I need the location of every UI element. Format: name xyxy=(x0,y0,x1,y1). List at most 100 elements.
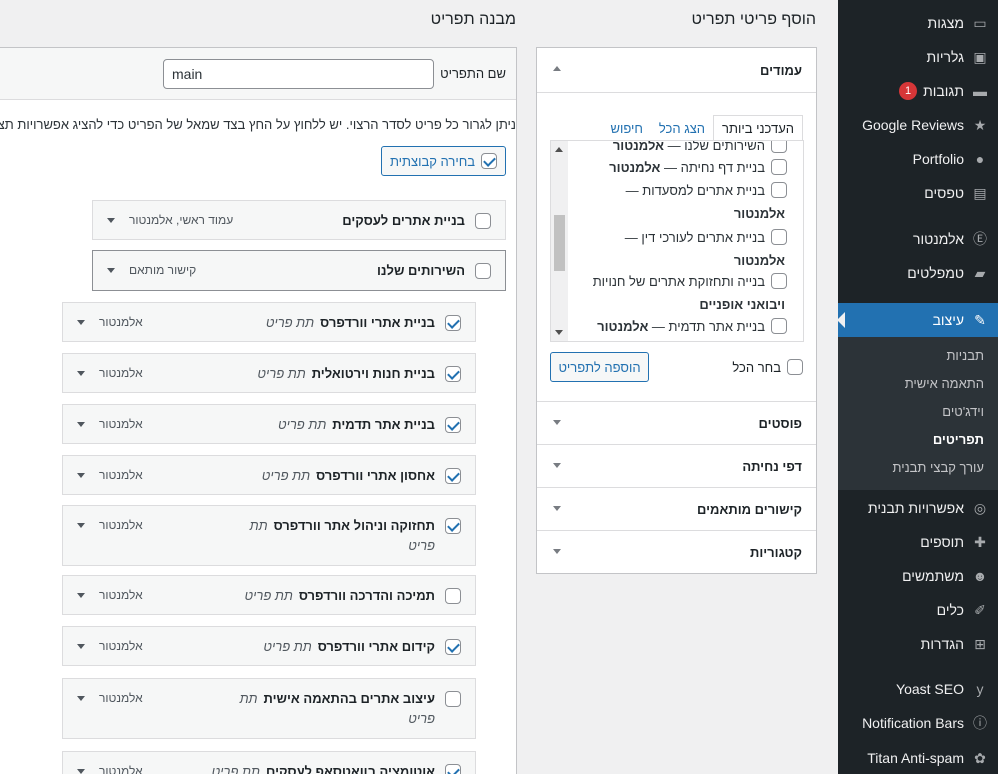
item-toggle-arrow-icon[interactable] xyxy=(107,268,115,273)
item-toggle-arrow-icon[interactable] xyxy=(77,320,85,325)
page-checkbox[interactable] xyxy=(771,229,787,245)
menu-item-checkbox[interactable] xyxy=(445,588,461,604)
menu-item-type: אלמנטור xyxy=(99,764,143,774)
menu-item[interactable]: בניית אתר תדמית תת פריט אלמנטור xyxy=(62,404,476,444)
item-toggle-arrow-icon[interactable] xyxy=(77,696,85,701)
menu-name-input[interactable] xyxy=(163,59,434,89)
sidebar-item-tools[interactable]: ✐ כלים xyxy=(838,593,998,627)
sidebar-item-settings[interactable]: ⊞ הגדרות xyxy=(838,627,998,661)
submenu-item-0[interactable]: תבניות xyxy=(838,341,998,369)
page-checkbox[interactable] xyxy=(771,182,787,198)
menu-name-label: שם התפריט xyxy=(440,66,506,81)
page-option[interactable]: בניית דף נחיתה — אלמנטור xyxy=(609,159,787,175)
menu-item-type: אלמנטור xyxy=(99,315,143,329)
section-categories[interactable]: קטגוריות xyxy=(537,530,816,573)
menu-item-checkbox[interactable] xyxy=(445,639,461,655)
menu-item-checkbox[interactable] xyxy=(475,263,491,279)
menu-item[interactable]: תחזוקה וניהול אתר וורדפרסתת פריט אלמנטור xyxy=(62,505,476,566)
submenu-item-4[interactable]: עורך קבצי תבנית xyxy=(838,453,998,481)
menu-item-checkbox[interactable] xyxy=(445,468,461,484)
menu-item-checkbox[interactable] xyxy=(475,213,491,229)
sidebar-item-gallery[interactable]: ▣ גלריות xyxy=(838,40,998,74)
menu-item[interactable]: השירותים שלנו קישור מותאם xyxy=(92,250,506,291)
menu-item[interactable]: קידום אתרי וורדפרס תת פריט אלמנטור xyxy=(62,626,476,666)
page-option[interactable]: בנייה ותחזוקת אתרים של חנויות xyxy=(593,273,787,289)
menu-item-checkbox[interactable] xyxy=(445,315,461,331)
section-posts[interactable]: פוסטים xyxy=(537,401,816,444)
page-checkbox[interactable] xyxy=(771,273,787,289)
pages-section-header[interactable]: עמודים xyxy=(537,48,816,92)
sidebar-item-users[interactable]: ☻ משתמשים xyxy=(838,559,998,593)
scroll-down-icon[interactable] xyxy=(555,330,563,335)
collapse-arrow-icon xyxy=(553,66,561,71)
select-all-checkbox[interactable] xyxy=(787,359,803,375)
sidebar-item-comments[interactable]: ▬ תגובות 1 xyxy=(838,74,998,108)
submenu-item-3[interactable]: תפריטים xyxy=(838,425,998,453)
menu-item[interactable]: עיצוב אתרים בהתאמה אישיתתת פריט אלמנטור xyxy=(62,678,476,739)
sidebar-item-elementor[interactable]: Ⓔ אלמנטור xyxy=(838,222,998,256)
page-checkbox[interactable] xyxy=(771,318,787,334)
sidebar-item-yoast[interactable]: y Yoast SEO xyxy=(838,672,998,706)
submenu-item-1[interactable]: התאמה אישית xyxy=(838,369,998,397)
item-toggle-arrow-icon[interactable] xyxy=(77,473,85,478)
sidebar-item-label: כלים xyxy=(936,602,964,618)
bulk-select-button[interactable]: בחירה קבוצתית xyxy=(381,146,506,176)
tab-search[interactable]: חיפוש xyxy=(602,115,650,141)
comments-icon: ▬ xyxy=(973,83,987,99)
section-landing-pages[interactable]: דפי נחיתה xyxy=(537,444,816,487)
item-toggle-arrow-icon[interactable] xyxy=(77,523,85,528)
menu-item[interactable]: בניית חנות וירטואלית תת פריט אלמנטור xyxy=(62,353,476,393)
sidebar-item-portfolio[interactable]: ● Portfolio xyxy=(838,142,998,176)
menu-item[interactable]: אוטומציה בוואטסאפ לעסקים תת פריט אלמנטור xyxy=(62,751,476,774)
sidebar-item-templates[interactable]: ▰ טמפלטים xyxy=(838,256,998,290)
sidebar-item-titan[interactable]: ✿ Titan Anti-spam xyxy=(838,741,998,774)
menu-item-checkbox[interactable] xyxy=(445,764,461,774)
sub-item-label: תת פריט xyxy=(211,764,260,774)
page-checkbox[interactable] xyxy=(771,159,787,175)
settings-icon: ⊞ xyxy=(974,635,986,652)
submenu-item-2[interactable]: וידג'טים xyxy=(838,397,998,425)
menu-item-checkbox[interactable] xyxy=(445,417,461,433)
page-option[interactable]: בניית אתרים לעורכי דין — xyxy=(625,229,787,245)
menu-item-checkbox[interactable] xyxy=(445,366,461,382)
menu-item[interactable]: בניית אתרי וורדפרס תת פריט אלמנטור xyxy=(62,302,476,342)
section-custom-links[interactable]: קישורים מותאמים xyxy=(537,487,816,530)
sidebar-item-info[interactable]: ⓘ Notification Bars xyxy=(838,706,998,740)
menu-item[interactable]: בניית אתרים לעסקים עמוד ראשי, אלמנטור xyxy=(92,200,506,240)
page-checkbox[interactable] xyxy=(771,141,787,153)
menu-item-checkbox[interactable] xyxy=(445,518,461,534)
scroll-thumb[interactable] xyxy=(554,215,565,271)
add-to-menu-button[interactable]: הוספה לתפריט xyxy=(550,352,649,382)
menu-item[interactable]: תמיכה והדרכה וורדפרס תת פריט אלמנטור xyxy=(62,575,476,615)
item-toggle-arrow-icon[interactable] xyxy=(77,644,85,649)
item-toggle-arrow-icon[interactable] xyxy=(77,593,85,598)
page-option[interactable]: השירותים שלנו — אלמנטור xyxy=(613,141,787,153)
checklist-scrollbar[interactable] xyxy=(551,141,568,341)
tab-view-all[interactable]: הצג הכל xyxy=(651,115,713,141)
add-menu-items-heading: הוסף פריטי תפריט xyxy=(691,11,816,28)
scroll-up-icon[interactable] xyxy=(555,147,563,152)
sidebar-item-theme-options[interactable]: ◎ אפשרויות תבנית xyxy=(838,491,998,525)
menu-item[interactable]: אחסון אתרי וורדפרס תת פריט אלמנטור xyxy=(62,455,476,495)
sidebar-item-label: גלריות xyxy=(926,49,964,65)
sidebar-item-google-reviews[interactable]: ★ Google Reviews xyxy=(838,108,998,142)
select-all-label: בחר הכל xyxy=(732,359,781,375)
sidebar-item-label: טמפלטים xyxy=(907,265,964,281)
select-all[interactable]: בחר הכל xyxy=(732,359,803,375)
item-toggle-arrow-icon[interactable] xyxy=(107,218,115,223)
menu-item-type: אלמנטור xyxy=(99,588,143,602)
page-option[interactable]: בניית אתרים למסעדות — xyxy=(626,182,787,198)
tab-most-recent[interactable]: העדכני ביותר xyxy=(713,115,803,141)
page-builder-tag: אלמנטור xyxy=(733,253,785,268)
sidebar-item-forms[interactable]: ▤ טפסים xyxy=(838,176,998,210)
sidebar-item-plugins[interactable]: ✚ תוספים xyxy=(838,525,998,559)
item-toggle-arrow-icon[interactable] xyxy=(77,422,85,427)
sidebar-item-appearance[interactable]: ✎ עיצוב xyxy=(837,303,998,337)
item-toggle-arrow-icon[interactable] xyxy=(77,371,85,376)
sub-item-label: תת פריט xyxy=(257,366,306,381)
sidebar-item-slides[interactable]: ▭ מצגות xyxy=(838,6,998,40)
menu-item-title: קידום אתרי וורדפרס xyxy=(317,639,435,654)
menu-item-checkbox[interactable] xyxy=(445,691,461,707)
page-option[interactable]: בניית אתר תדמית — אלמנטור xyxy=(597,318,787,334)
item-toggle-arrow-icon[interactable] xyxy=(77,769,85,774)
